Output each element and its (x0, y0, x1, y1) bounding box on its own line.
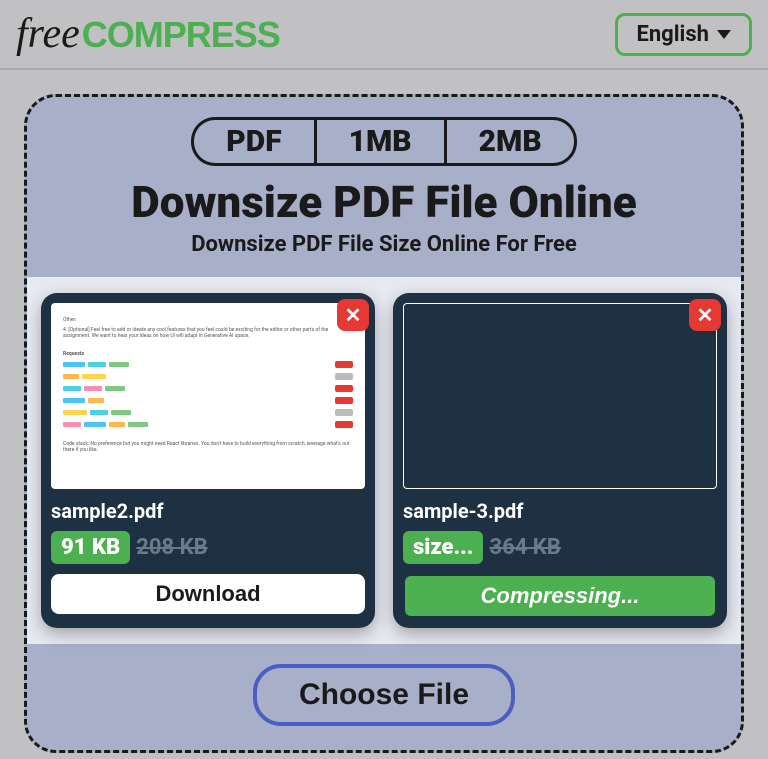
language-dropdown[interactable]: English (615, 13, 752, 56)
download-button[interactable]: Download (51, 574, 365, 614)
file-preview: Other: 4. [Optional] Feel free to add or… (51, 303, 365, 489)
close-icon: ✕ (345, 305, 362, 325)
file-old-size: 208 KB (136, 535, 207, 560)
tab-1mb[interactable]: 1MB (314, 117, 444, 166)
file-new-size: size... (403, 531, 483, 564)
logo[interactable]: free COMPRESS (16, 10, 280, 58)
chevron-down-icon (717, 30, 731, 39)
compressing-button: Compressing... (403, 574, 717, 618)
file-card: ✕ Other: 4. [Optional] Feel free to add … (41, 293, 375, 628)
file-preview-empty (403, 303, 717, 489)
close-button[interactable]: ✕ (337, 299, 369, 331)
main-panel: PDF 1MB 2MB Downsize PDF File Online Dow… (24, 94, 744, 753)
page-title: Downsize PDF File Online (27, 176, 741, 228)
choose-file-section: Choose File (27, 664, 741, 726)
file-name: sample-3.pdf (403, 499, 717, 523)
file-new-size: 91 KB (51, 531, 130, 564)
logo-compress: COMPRESS (82, 14, 280, 56)
tab-2mb[interactable]: 2MB (444, 117, 577, 166)
choose-file-button[interactable]: Choose File (253, 664, 515, 726)
tab-pdf[interactable]: PDF (191, 117, 313, 166)
size-tabs: PDF 1MB 2MB (27, 117, 741, 166)
logo-free: free (16, 10, 80, 58)
file-size-row: size... 364 KB (403, 531, 717, 564)
close-icon: ✕ (697, 305, 714, 325)
file-name: sample2.pdf (51, 499, 365, 523)
language-label: English (636, 22, 709, 47)
file-old-size: 364 KB (489, 535, 560, 560)
close-button[interactable]: ✕ (689, 299, 721, 331)
files-area: ✕ Other: 4. [Optional] Feel free to add … (27, 277, 741, 644)
file-card: ✕ sample-3.pdf size... 364 KB Compressin… (393, 293, 727, 628)
file-size-row: 91 KB 208 KB (51, 531, 365, 564)
header: free COMPRESS English (0, 0, 768, 70)
page-subtitle: Downsize PDF File Size Online For Free (27, 232, 741, 257)
